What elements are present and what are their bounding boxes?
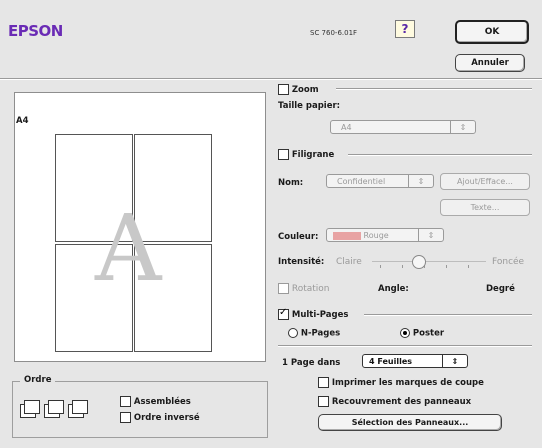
order-page-icon: [24, 400, 40, 414]
text-button[interactable]: Texte...: [440, 199, 530, 216]
paper-size-value: A4: [341, 123, 352, 132]
zoom-divider: [336, 88, 532, 90]
sheets-select[interactable]: 4 Feuilles ⇕: [362, 354, 468, 368]
npages-option[interactable]: N-Pages: [288, 328, 340, 339]
rotation-option[interactable]: Rotation: [278, 283, 330, 294]
watermark-glyph: A: [95, 195, 162, 302]
paper-size-preview-label: A4: [16, 116, 29, 126]
printer-model-label: SC 760-6.01F: [310, 29, 358, 37]
multipage-divider: [364, 314, 532, 316]
rotation-checkbox[interactable]: [278, 283, 289, 294]
color-label: Couleur:: [278, 232, 319, 242]
poster-option[interactable]: Poster: [400, 328, 444, 339]
multipage-title: Multi-Pages: [291, 310, 349, 320]
color-select[interactable]: Rouge ⇕: [326, 228, 444, 242]
order-page-icon: [72, 400, 88, 414]
zoom-title: Zoom: [291, 85, 319, 95]
overlap-label: Recouvrement des panneaux: [331, 397, 472, 407]
collate-option[interactable]: Assemblées: [120, 396, 191, 407]
slider-tick: [446, 265, 447, 268]
reverse-order-option[interactable]: Ordre inversé: [120, 412, 200, 423]
brand-logo: EPSON: [8, 22, 63, 40]
poster-divider: [278, 345, 532, 347]
order-page-icon: [48, 400, 64, 414]
slider-thumb[interactable]: [412, 255, 426, 269]
slider-tick: [468, 265, 469, 268]
intensity-high-label: Foncée: [492, 257, 525, 267]
collate-label: Assemblées: [133, 397, 191, 407]
multipage-toggle[interactable]: Multi-Pages: [278, 307, 349, 320]
panel-selection-button[interactable]: Sélection des Panneaux...: [318, 414, 502, 431]
reverse-order-label: Ordre inversé: [133, 413, 200, 423]
select-arrow-icon: ⇕: [408, 175, 433, 187]
poster-radio[interactable]: [400, 328, 410, 338]
watermark-name-label: Nom:: [278, 178, 304, 188]
intensity-label: Intensité:: [278, 257, 325, 267]
intensity-slider[interactable]: [372, 254, 486, 270]
rotation-label: Rotation: [291, 284, 330, 294]
watermark-name-value: Confidentiel: [337, 177, 386, 186]
watermark-toggle[interactable]: Filigrane: [278, 149, 334, 160]
npages-label: N-Pages: [300, 328, 341, 339]
angle-label: Angle:: [378, 284, 409, 294]
help-icon[interactable]: ?: [395, 20, 415, 38]
cancel-button[interactable]: Annuler: [455, 54, 525, 72]
intensity-low-label: Claire: [336, 257, 362, 267]
watermark-divider: [348, 154, 532, 156]
collate-checkbox[interactable]: [120, 396, 131, 407]
zoom-checkbox[interactable]: [278, 84, 289, 95]
reverse-order-checkbox[interactable]: [120, 412, 131, 423]
multipage-checkbox[interactable]: [278, 307, 289, 320]
crop-marks-label: Imprimer les marques de coupe: [331, 378, 484, 388]
header-divider: [0, 78, 542, 80]
ok-button[interactable]: OK: [455, 20, 529, 44]
slider-tick: [380, 265, 381, 268]
degree-label: Degré: [486, 284, 515, 294]
slider-tick: [402, 265, 403, 268]
color-swatch: [333, 231, 361, 240]
watermark-name-select[interactable]: Confidentiel ⇕: [326, 174, 434, 188]
overlap-option[interactable]: Recouvrement des panneaux: [318, 396, 471, 407]
slider-track: [372, 261, 486, 262]
watermark-checkbox[interactable]: [278, 149, 289, 160]
paper-size-select[interactable]: A4 ⇕: [330, 120, 476, 134]
select-arrow-icon: ⇕: [442, 355, 467, 367]
page-in-label: 1 Page dans: [282, 358, 341, 368]
select-arrow-icon: ⇕: [418, 229, 443, 241]
watermark-title: Filigrane: [291, 150, 335, 160]
order-title: Ordre: [20, 375, 56, 385]
add-remove-button[interactable]: Ajout/Efface...: [440, 173, 530, 190]
zoom-toggle[interactable]: Zoom: [278, 84, 319, 95]
overlap-checkbox[interactable]: [318, 396, 329, 407]
npages-radio[interactable]: [288, 328, 298, 338]
crop-marks-checkbox[interactable]: [318, 377, 329, 388]
paper-size-label: Taille papier:: [278, 101, 341, 111]
select-arrow-icon: ⇕: [450, 121, 475, 133]
color-value: Rouge: [363, 231, 389, 240]
poster-label: Poster: [412, 328, 445, 339]
crop-marks-option[interactable]: Imprimer les marques de coupe: [318, 377, 484, 388]
sheets-value: 4 Feuilles: [369, 357, 413, 366]
